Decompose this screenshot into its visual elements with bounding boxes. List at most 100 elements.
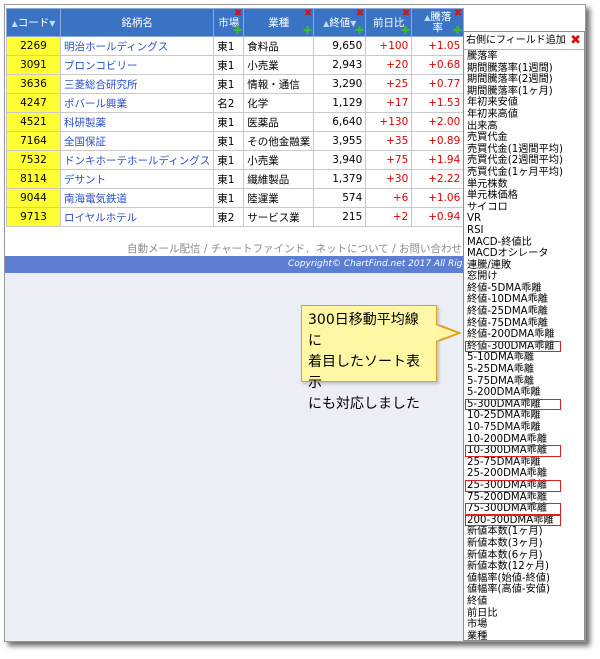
cell-name[interactable]: ドンキホーテホールディングス: [59, 150, 215, 170]
cell-name[interactable]: 全国保証: [59, 131, 215, 151]
field-option[interactable]: 終値-200DMA乖離: [467, 329, 584, 341]
cell-name[interactable]: デサント: [59, 169, 215, 189]
field-option[interactable]: 5-200DMA乖離: [467, 387, 584, 399]
field-option[interactable]: 窓開け: [467, 271, 584, 283]
cell-industry: 食料品: [243, 36, 315, 56]
field-option[interactable]: 5-75DMA乖離: [467, 376, 584, 388]
field-option[interactable]: 売買代金: [467, 132, 584, 144]
cell-code: 7164: [6, 131, 61, 151]
field-option[interactable]: 連騰/連敗: [467, 260, 584, 272]
field-option[interactable]: 10-200DMA乖離: [467, 434, 584, 446]
cell-name[interactable]: 南海電気鉄道: [59, 188, 215, 208]
remove-column-icon[interactable]: ✖: [454, 9, 462, 19]
field-option[interactable]: VR: [467, 213, 584, 225]
field-option[interactable]: 売買代金(1週間平均): [467, 144, 584, 156]
field-option[interactable]: MACD-終値比: [467, 237, 584, 249]
footer-links[interactable]: 自動メール配信 / チャートファインド．ネットについて / お問い合わせ / プ…: [127, 241, 483, 256]
add-column-icon[interactable]: ✚: [453, 25, 462, 36]
field-option[interactable]: 業種: [467, 631, 584, 640]
field-option[interactable]: 5-300DMA乖離: [465, 398, 561, 411]
field-option[interactable]: 終値-5DMA乖離: [467, 283, 584, 295]
table-row[interactable]: 3091 ブロンコビリー 東1 小売業 2,943 +20 +0.68: [6, 55, 465, 75]
field-option[interactable]: 10-75DMA乖離: [467, 422, 584, 434]
field-option[interactable]: 騰落率: [467, 51, 584, 63]
add-column-icon[interactable]: ✚: [401, 25, 410, 36]
field-option[interactable]: 期間騰落率(1ヶ月): [467, 86, 584, 98]
cell-name[interactable]: 科研製薬: [59, 112, 215, 132]
cell-change: +130: [365, 112, 413, 132]
close-icon[interactable]: ✖: [570, 32, 581, 49]
field-option[interactable]: 単元株数: [467, 179, 584, 191]
field-option[interactable]: 75-200DMA乖離: [467, 492, 584, 504]
field-option[interactable]: 売買代金(1ヶ月平均): [467, 167, 584, 179]
col-header-close[interactable]: ▲終値▼ ✖ ✚: [313, 8, 367, 37]
table-row[interactable]: 2269 明治ホールディングス 東1 食料品 9,650 +100 +1.05: [6, 36, 465, 56]
remove-column-icon[interactable]: ✖: [402, 9, 410, 19]
col-header-market[interactable]: 市場 ✖ ✚: [213, 8, 245, 37]
cell-name[interactable]: 明治ホールディングス: [59, 36, 215, 56]
table-row[interactable]: 3636 三菱総合研究所 東1 情報・通信 3,290 +25 +0.77: [6, 74, 465, 94]
field-option[interactable]: 値幅率(始値-終値): [467, 573, 584, 585]
field-option[interactable]: 終値-300DMA乖離: [465, 340, 561, 353]
field-option[interactable]: 市場: [467, 619, 584, 631]
table-row[interactable]: 4521 科研製薬 東1 医薬品 6,640 +130 +2.00: [6, 112, 465, 132]
table-row[interactable]: 9044 南海電気鉄道 東1 陸運業 574 +6 +1.06: [6, 188, 465, 208]
table-row[interactable]: 9713 ロイヤルホテル 東2 サービス業 215 +2 +0.94: [6, 207, 465, 227]
col-header-industry[interactable]: 業種 ✖ ✚: [243, 8, 315, 37]
col-header-code[interactable]: ▲コード▼: [6, 8, 61, 37]
cell-rate: +2.22: [411, 169, 465, 189]
field-option[interactable]: 終値-10DMA乖離: [467, 294, 584, 306]
cell-name[interactable]: ロイヤルホテル: [59, 207, 215, 227]
add-column-icon[interactable]: ✚: [303, 25, 312, 36]
field-option[interactable]: 75-300DMA乖離: [465, 503, 561, 515]
field-option[interactable]: 年初来安値: [467, 97, 584, 109]
field-option[interactable]: 単元株価格: [467, 190, 584, 202]
sort-desc-icon[interactable]: ▼: [49, 19, 55, 28]
table-row[interactable]: 7532 ドンキホーテホールディングス 東1 小売業 3,940 +75 +1.94: [6, 150, 465, 170]
field-option[interactable]: 5-10DMA乖離: [467, 352, 584, 364]
col-header-rate[interactable]: ▲騰落率 ✖ ✚: [411, 8, 465, 37]
field-option[interactable]: 10-300DMA乖離: [465, 445, 561, 457]
field-option[interactable]: 終値: [467, 596, 584, 608]
field-option[interactable]: 期間騰落率(1週間): [467, 63, 584, 75]
field-option[interactable]: 新値本数(6ヶ月): [467, 550, 584, 562]
field-option[interactable]: 10-25DMA乖離: [467, 410, 584, 422]
field-option[interactable]: 終値-75DMA乖離: [467, 318, 584, 330]
field-option[interactable]: MACDオシレータ: [467, 248, 584, 260]
remove-column-icon[interactable]: ✖: [234, 9, 242, 19]
field-option[interactable]: 25-75DMA乖離: [467, 457, 584, 469]
cell-market: 東1: [213, 131, 245, 151]
remove-column-icon[interactable]: ✖: [304, 9, 312, 19]
field-option[interactable]: 期間騰落率(2週間): [467, 74, 584, 86]
cell-name[interactable]: 三菱総合研究所: [59, 74, 215, 94]
field-option[interactable]: 25-300DMA乖離: [465, 479, 561, 492]
cell-change: +6: [365, 188, 413, 208]
field-option[interactable]: 25-200DMA乖離: [467, 468, 584, 480]
field-option[interactable]: RSI: [467, 225, 584, 237]
field-option[interactable]: 値幅率(高値-安値): [467, 584, 584, 596]
add-column-icon[interactable]: ✚: [233, 25, 242, 36]
field-option[interactable]: 出来高: [467, 121, 584, 133]
field-option[interactable]: サイコロ: [467, 202, 584, 214]
table-row[interactable]: 4247 ポバール興業 名2 化学 1,129 +17 +1.53: [6, 93, 465, 113]
field-option[interactable]: 前日比: [467, 608, 584, 620]
field-option[interactable]: 売買代金(2週間平均): [467, 155, 584, 167]
field-option[interactable]: 200-300DMA乖離: [465, 514, 561, 527]
cell-change: +2: [365, 207, 413, 227]
cell-name[interactable]: ブロンコビリー: [59, 55, 215, 75]
field-option[interactable]: 年初来高値: [467, 109, 584, 121]
remove-column-icon[interactable]: ✖: [356, 9, 364, 19]
field-option[interactable]: 終値-25DMA乖離: [467, 306, 584, 318]
col-header-name[interactable]: 銘柄名: [59, 8, 215, 37]
add-column-icon[interactable]: ✚: [355, 25, 364, 36]
cell-name[interactable]: ポバール興業: [59, 93, 215, 113]
table-row[interactable]: 7164 全国保証 東1 その他金融業 3,955 +35 +0.89: [6, 131, 465, 151]
field-option[interactable]: 新値本数(3ヶ月): [467, 538, 584, 550]
col-header-change[interactable]: 前日比 ✖ ✚: [365, 8, 413, 37]
field-option[interactable]: 新値本数(12ヶ月): [467, 561, 584, 573]
field-list: 騰落率 期間騰落率(1週間) 期間騰落率(2週間) 期間騰落率(1ヶ月) 年初来安値 年初…: [464, 50, 584, 640]
field-option[interactable]: 5-25DMA乖離: [467, 364, 584, 376]
callout-pointer-fill: [435, 325, 457, 341]
field-option[interactable]: 新値本数(1ヶ月): [467, 526, 584, 538]
table-row[interactable]: 8114 デサント 東1 繊維製品 1,379 +30 +2.22: [6, 169, 465, 189]
